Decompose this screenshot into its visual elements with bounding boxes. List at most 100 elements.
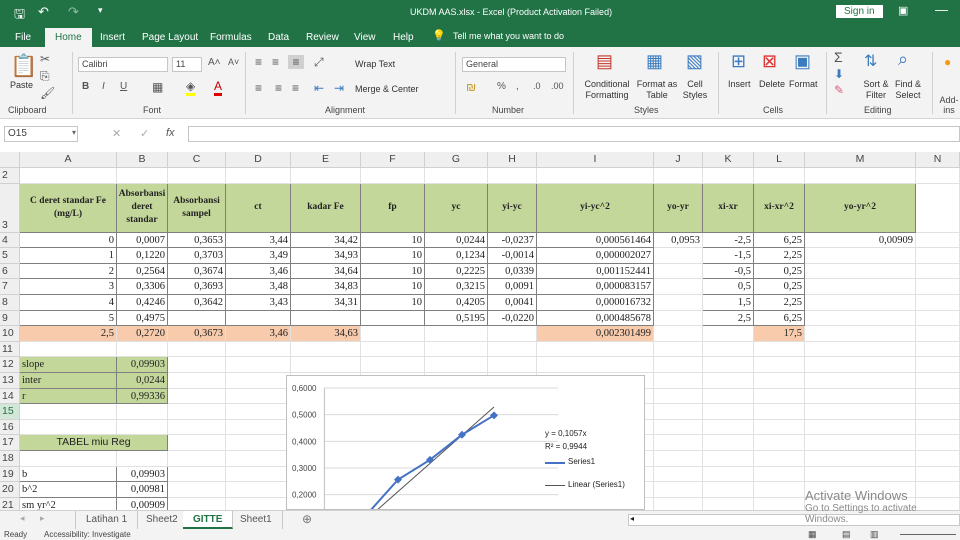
insert-cells-icon[interactable]: ⊞ (731, 51, 746, 72)
cell-e12[interactable] (291, 357, 361, 373)
cell-a15[interactable] (20, 404, 117, 420)
cell-d9[interactable] (226, 310, 291, 327)
cell-l2[interactable] (754, 168, 805, 184)
cell-d14[interactable] (226, 388, 291, 405)
scatter-chart[interactable]: 0,6000 0,5000 0,4000 0,3000 0,2000 y = 0,105… (286, 375, 645, 510)
cell-m16[interactable] (805, 419, 916, 436)
increase-decimal-icon[interactable]: .0 (533, 81, 541, 91)
cell-f7[interactable]: 10 (361, 279, 425, 295)
cell-a5[interactable]: 1 (20, 248, 117, 264)
cell-e11[interactable] (291, 341, 361, 358)
cell-j2[interactable] (654, 168, 703, 184)
cell-d6[interactable]: 3,46 (226, 263, 291, 280)
cell-a19[interactable]: b (20, 466, 117, 483)
cell-n2[interactable] (916, 168, 960, 184)
align-center-icon[interactable]: ≡ (275, 81, 282, 95)
format-cells-icon[interactable]: ▣ (794, 51, 811, 72)
tab-help[interactable]: Help (383, 28, 424, 47)
cell-g9[interactable]: 0,5195 (425, 310, 488, 327)
cell-k12[interactable] (703, 357, 754, 373)
cell-a13[interactable]: inter (20, 373, 117, 389)
cell-c14[interactable] (168, 388, 226, 405)
cell-e10[interactable]: 34,63 (291, 326, 361, 342)
cell-b21[interactable]: 0,00909 (117, 497, 168, 510)
cell-a21[interactable]: sm yr^2 (20, 497, 117, 510)
cell-b4[interactable]: 0,0007 (117, 232, 168, 249)
tab-page-layout[interactable]: Page Layout (132, 28, 208, 47)
cell-k7[interactable]: 0,5 (703, 279, 754, 295)
column-header-g[interactable]: G (425, 152, 488, 168)
tab-insert[interactable]: Insert (90, 28, 135, 47)
cell-d16[interactable] (226, 419, 291, 436)
row-header-21[interactable]: 21 (0, 497, 20, 510)
cell-l7[interactable]: 0,25 (754, 279, 805, 295)
cell-j13[interactable] (654, 373, 703, 389)
cell-n13[interactable] (916, 373, 960, 389)
cell-l17[interactable] (754, 435, 805, 451)
cell-k9[interactable]: 2,5 (703, 310, 754, 327)
underline-button[interactable]: U (120, 81, 127, 92)
cell-j18[interactable] (654, 451, 703, 467)
cell-g4[interactable]: 0,0244 (425, 232, 488, 249)
cell-k4[interactable]: -2,5 (703, 232, 754, 249)
cell-m7[interactable] (805, 279, 916, 295)
fill-icon[interactable]: ⬇ (834, 67, 844, 81)
tab-view[interactable]: View (344, 28, 386, 47)
paste-button[interactable]: Paste (10, 80, 33, 91)
cell-a2[interactable] (20, 168, 117, 184)
formula-input[interactable] (188, 126, 960, 142)
cell-n5[interactable] (916, 248, 960, 264)
cell-c8[interactable]: 0,3642 (168, 295, 226, 311)
cell-a7[interactable]: 3 (20, 279, 117, 295)
cell-f11[interactable] (361, 341, 425, 358)
column-header-l[interactable]: L (754, 152, 805, 168)
enter-icon[interactable]: ✓ (140, 127, 149, 140)
column-header-b[interactable]: B (117, 152, 168, 168)
name-box[interactable]: O15 (4, 126, 78, 142)
cell-m15[interactable] (805, 404, 916, 420)
cell-b6[interactable]: 0,2564 (117, 263, 168, 280)
cell-f2[interactable] (361, 168, 425, 184)
cell-b19[interactable]: 0,09903 (117, 466, 168, 483)
borders-icon[interactable]: ▦ (152, 80, 163, 94)
cell-b11[interactable] (117, 341, 168, 358)
cell-d13[interactable] (226, 373, 291, 389)
cell-l14[interactable] (754, 388, 805, 405)
cell-h10[interactable] (488, 326, 537, 342)
cell-j10[interactable] (654, 326, 703, 342)
align-right-icon[interactable]: ≡ (292, 81, 299, 95)
cell-c5[interactable]: 0,3703 (168, 248, 226, 264)
cell-j15[interactable] (654, 404, 703, 420)
cell-h4[interactable]: -0,0237 (488, 232, 537, 249)
cell-l13[interactable] (754, 373, 805, 389)
cell-j21[interactable] (654, 497, 703, 510)
increase-font-icon[interactable]: A˄ (208, 57, 221, 68)
cell-g3[interactable]: yc (425, 183, 488, 233)
sheet-tab-sheet1[interactable]: Sheet1 (230, 511, 283, 529)
tab-data[interactable]: Data (258, 28, 299, 47)
cell-c21[interactable] (168, 497, 226, 510)
redo-icon[interactable]: ↷ (68, 4, 79, 20)
save-icon[interactable]: 🖫 (14, 5, 25, 27)
cell-m4[interactable]: 0,00909 (805, 232, 916, 249)
row-header-13[interactable]: 13 (0, 373, 20, 389)
cell-i3[interactable]: yi-yc^2 (537, 183, 654, 233)
delete-cells-button[interactable]: Delete (759, 79, 785, 90)
cell-l11[interactable] (754, 341, 805, 358)
normal-view-icon[interactable]: ▦ (808, 529, 817, 540)
cell-n12[interactable] (916, 357, 960, 373)
sheet-tab-latihan1[interactable]: Latihan 1 (75, 511, 139, 529)
row-header-18[interactable]: 18 (0, 451, 20, 467)
cell-f12[interactable] (361, 357, 425, 373)
comma-button[interactable]: , (516, 81, 519, 92)
cell-g6[interactable]: 0,2225 (425, 263, 488, 280)
cell-j4[interactable]: 0,0953 (654, 232, 703, 249)
cell-f3[interactable]: fp (361, 183, 425, 233)
cell-styles-icon[interactable]: ▧ (686, 51, 703, 72)
cell-f9[interactable] (361, 310, 425, 327)
row-header-12[interactable]: 12 (0, 357, 20, 373)
cell-c11[interactable] (168, 341, 226, 358)
cell-g11[interactable] (425, 341, 488, 358)
cell-a16[interactable] (20, 419, 117, 436)
row-header-20[interactable]: 20 (0, 482, 20, 498)
